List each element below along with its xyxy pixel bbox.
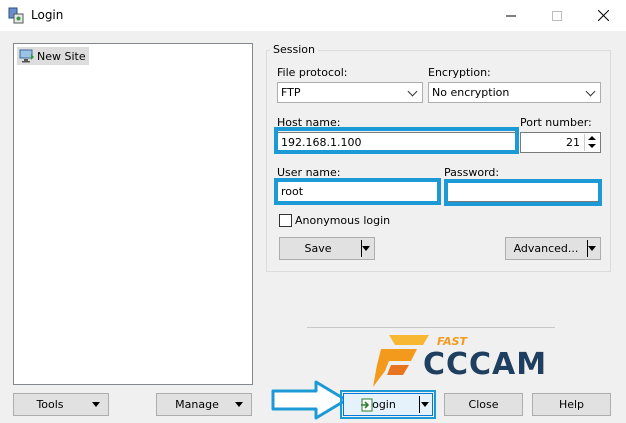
manage-label: Manage (175, 398, 219, 411)
chevron-down-icon (421, 402, 429, 407)
manage-button[interactable]: Manage (156, 393, 252, 416)
file-protocol-label: File protocol: (277, 66, 348, 79)
encryption-value: No encryption (432, 86, 510, 99)
site-item-new-site[interactable]: New Site (17, 47, 89, 65)
title-bar: Login (0, 0, 626, 31)
port-number-input[interactable]: 21 (520, 132, 601, 153)
file-protocol-select[interactable]: FTP (277, 82, 423, 103)
password-input[interactable] (444, 181, 601, 202)
session-legend: Session (270, 43, 318, 56)
minimize-button[interactable] (488, 0, 534, 31)
host-name-input[interactable]: 192.168.1.100 (277, 132, 517, 153)
port-number-value: 21 (566, 136, 580, 149)
app-icon (8, 7, 24, 24)
port-number-label: Port number: (520, 116, 592, 129)
close-button[interactable]: Close (444, 393, 523, 416)
tools-button[interactable]: Tools (13, 393, 109, 416)
chevron-down-icon (407, 86, 418, 97)
host-name-value: 192.168.1.100 (281, 136, 362, 149)
tools-label: Tools (36, 398, 64, 411)
chevron-down-icon (92, 402, 100, 407)
dialog-client: New Site Tools Manage Session File proto… (0, 31, 626, 423)
advanced-button[interactable]: Advanced... (505, 237, 601, 260)
chevron-down-icon (235, 402, 243, 407)
arrow-right-icon (271, 380, 348, 420)
advanced-label: Advanced... (513, 242, 579, 255)
password-label: Password: (444, 166, 500, 179)
close-window-button[interactable] (580, 0, 626, 31)
site-item-label: New Site (37, 49, 86, 63)
port-spin-buttons[interactable] (584, 134, 599, 151)
encryption-select[interactable]: No encryption (428, 82, 601, 103)
close-label: Close (468, 398, 499, 411)
user-name-input[interactable]: root (277, 181, 438, 202)
chevron-down-icon (362, 246, 370, 251)
spin-down-icon (588, 144, 596, 148)
anonymous-login-checkbox[interactable] (279, 214, 292, 227)
user-name-value: root (281, 185, 304, 198)
site-tree[interactable]: New Site (13, 43, 253, 385)
minimize-icon (506, 15, 516, 16)
login-icon (361, 398, 373, 412)
save-label: Save (304, 242, 332, 255)
window-title: Login (31, 8, 64, 22)
user-name-label: User name: (277, 166, 341, 179)
help-label: Help (558, 398, 585, 411)
file-protocol-value: FTP (281, 86, 301, 99)
brand-name: CCCAM (423, 347, 548, 382)
encryption-label: Encryption: (428, 66, 491, 79)
chevron-down-icon (585, 86, 596, 97)
host-name-label: Host name: (277, 116, 341, 129)
chevron-down-icon (588, 246, 596, 251)
spin-up-icon (588, 136, 596, 140)
save-button[interactable]: Save (279, 237, 375, 260)
login-button[interactable]: Login (343, 393, 433, 416)
close-icon (597, 10, 609, 21)
separator (307, 327, 555, 328)
computer-icon (19, 49, 34, 63)
help-button[interactable]: Help (532, 393, 611, 416)
maximize-icon (552, 10, 562, 21)
maximize-button[interactable] (534, 0, 580, 31)
anonymous-login-label: Anonymous login (295, 214, 391, 227)
